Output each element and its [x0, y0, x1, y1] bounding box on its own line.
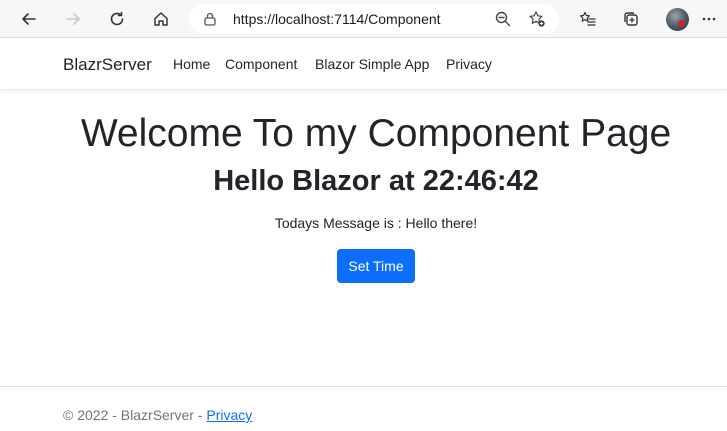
- back-arrow-icon: [22, 13, 36, 25]
- hello-heading: Hello Blazor at 22:46:42: [213, 165, 539, 197]
- browser-toolbar: https://localhost:7114/Component: [0, 0, 727, 38]
- footer-text: © 2022 - BlazrServer - Privacy: [63, 407, 252, 423]
- page-title: Welcome To my Component Page: [80, 112, 672, 155]
- nav-link-privacy[interactable]: Privacy: [446, 56, 492, 72]
- nav-link-component[interactable]: Component: [225, 56, 297, 72]
- nav-link-blazor-simple-app[interactable]: Blazor Simple App: [315, 56, 429, 72]
- address-bar[interactable]: https://localhost:7114/Component: [189, 4, 559, 34]
- lock-icon[interactable]: [202, 11, 218, 27]
- nav-link-home[interactable]: Home: [173, 56, 210, 72]
- home-button[interactable]: [147, 5, 175, 33]
- favorites-button[interactable]: [574, 5, 602, 33]
- copyright-text: © 2022 - BlazrServer -: [63, 407, 207, 423]
- favorites-list-icon: [579, 11, 596, 26]
- more-options-button[interactable]: [697, 5, 721, 33]
- brand-link[interactable]: BlazrServer: [63, 55, 152, 75]
- collections-button[interactable]: [617, 5, 645, 33]
- site-navbar: BlazrServer Home Component Blazor Simple…: [0, 39, 727, 90]
- refresh-button[interactable]: [103, 5, 131, 33]
- forward-arrow-icon: [66, 13, 80, 25]
- todays-message: Todays Message is : Hello there!: [274, 215, 478, 231]
- add-favorite-icon[interactable]: [528, 10, 546, 28]
- collections-icon: [624, 12, 638, 26]
- profile-avatar[interactable]: [666, 8, 689, 31]
- footer-privacy-link[interactable]: Privacy: [206, 407, 252, 423]
- home-icon: [154, 12, 168, 26]
- set-time-button[interactable]: Set Time: [337, 249, 415, 283]
- refresh-icon: [110, 11, 124, 26]
- back-button[interactable]: [15, 5, 43, 33]
- zoom-out-icon[interactable]: [494, 10, 512, 28]
- footer: © 2022 - BlazrServer - Privacy: [0, 386, 727, 431]
- more-icon: [702, 17, 716, 21]
- url-text[interactable]: https://localhost:7114/Component: [233, 11, 441, 27]
- forward-button[interactable]: [59, 5, 87, 33]
